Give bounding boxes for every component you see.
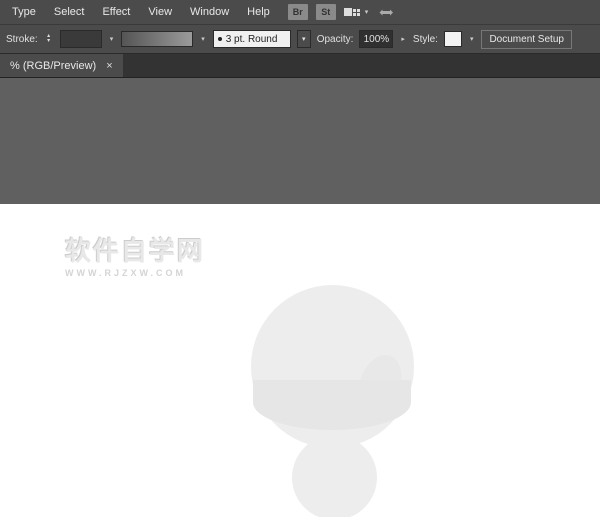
document-tab-label: % (RGB/Preview) bbox=[10, 60, 96, 72]
stroke-weight-stepper[interactable]: ▴▾ bbox=[44, 31, 54, 47]
close-icon[interactable]: × bbox=[106, 60, 112, 72]
watermark-en: WWW.RJZXW.COM bbox=[65, 268, 205, 278]
menu-effect[interactable]: Effect bbox=[94, 2, 138, 22]
variable-width-profile[interactable] bbox=[121, 31, 193, 47]
menu-help[interactable]: Help bbox=[239, 2, 278, 22]
ellipse-shape-small[interactable] bbox=[292, 435, 377, 517]
menu-type[interactable]: Type bbox=[4, 2, 44, 22]
chevron-right-icon[interactable]: ▸ bbox=[399, 35, 407, 43]
stroke-label: Stroke: bbox=[6, 34, 38, 45]
document-tab[interactable]: % (RGB/Preview) × bbox=[0, 54, 124, 77]
chevron-down-icon[interactable]: ▾ bbox=[199, 35, 207, 43]
menu-view[interactable]: View bbox=[140, 2, 180, 22]
document-setup-button[interactable]: Document Setup bbox=[481, 30, 572, 49]
chevron-down-icon[interactable]: ▾ bbox=[108, 35, 116, 43]
brush-definition-value: 3 pt. Round bbox=[226, 34, 278, 45]
watermark: 软件自学网 WWW.RJZXW.COM bbox=[65, 231, 205, 278]
sync-icon[interactable] bbox=[378, 4, 396, 21]
watermark-cn: 软件自学网 bbox=[65, 231, 205, 268]
canvas-pasteboard[interactable] bbox=[0, 78, 600, 204]
chevron-down-icon[interactable]: ▾ bbox=[468, 35, 476, 43]
menubar: Type Select Effect View Window Help Br S… bbox=[0, 0, 600, 24]
dot-icon bbox=[218, 37, 222, 41]
stroke-color-swatch[interactable] bbox=[60, 30, 102, 48]
menu-window[interactable]: Window bbox=[182, 2, 237, 22]
menu-select[interactable]: Select bbox=[46, 2, 93, 22]
bridge-badge[interactable]: Br bbox=[288, 4, 308, 20]
control-toolbar: Stroke: ▴▾ ▾ ▾ 3 pt. Round ▾ Opacity: 10… bbox=[0, 24, 600, 54]
graphic-style-swatch[interactable] bbox=[444, 31, 462, 47]
brush-definition-select[interactable]: 3 pt. Round bbox=[213, 30, 291, 48]
chevron-down-icon[interactable]: ▾ bbox=[297, 30, 311, 48]
style-label: Style: bbox=[413, 34, 438, 45]
workspace-switcher-icon[interactable]: ▾ bbox=[344, 8, 371, 16]
stock-badge[interactable]: St bbox=[316, 4, 336, 20]
opacity-label: Opacity: bbox=[317, 34, 354, 45]
opacity-input[interactable]: 100% bbox=[359, 30, 393, 48]
document-tabstrip: % (RGB/Preview) × bbox=[0, 54, 600, 78]
artboard[interactable]: 软件自学网 WWW.RJZXW.COM bbox=[0, 204, 600, 517]
